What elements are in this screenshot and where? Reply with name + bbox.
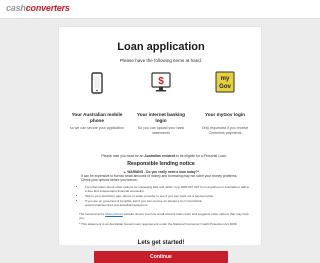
moneysmart-link[interactable]: MoneySmart — [105, 212, 123, 216]
options-list: For information about other options for … — [79, 185, 251, 208]
note-post: to be eligible for a Personal Loan. — [175, 154, 227, 158]
item-description: so we can secure your application — [69, 126, 125, 130]
internet-banking-icon: $ — [151, 72, 171, 92]
top-bar: cashconverters — [0, 0, 320, 19]
list-item: For information about other options for … — [85, 185, 251, 193]
item-title: Your internet banking login — [136, 112, 186, 123]
page-title: Loan application — [117, 41, 205, 53]
note-bold: Australian resident — [144, 154, 176, 158]
logo-prefix: cash — [6, 3, 26, 13]
svg-text:$: $ — [158, 76, 164, 87]
logo-suffix: converters — [25, 3, 70, 13]
item-title: Your myGov login — [204, 112, 246, 117]
loan-application-panel: Loan application Please have the followi… — [58, 26, 262, 263]
svg-text:Gov: Gov — [219, 84, 231, 90]
item-description: So you can upload your bank statements — [137, 126, 185, 135]
cash-converters-logo[interactable]: cashconverters — [6, 3, 70, 13]
note-pre: Please note you must be an — [101, 154, 145, 158]
mygov-icon: my Gov — [215, 71, 235, 93]
footnote: * This statement is an Australian Govern… — [79, 222, 238, 226]
item-title: Your Australian mobile phone — [71, 112, 123, 123]
list-item: If you are on government benefits, ask i… — [85, 199, 251, 207]
mobile-phone-icon — [91, 72, 103, 94]
svg-text:my: my — [221, 76, 230, 82]
government-info: The Government's MoneySmart website show… — [79, 212, 249, 226]
warning-body: It can be expensive to borrow small amou… — [81, 174, 238, 183]
page-subtitle: Please have the following items at hand. — [119, 58, 203, 63]
responsible-lending-heading: Responsible lending notice — [127, 161, 195, 167]
item-description: Only requested if you receive Centrelink… — [201, 126, 249, 135]
required-items: Your Australian mobile phone so we can s… — [65, 67, 257, 147]
list-item: Talk to your electricity, gas, phone or … — [85, 194, 251, 198]
cta-heading: Lets get started! — [137, 240, 185, 246]
residency-note: Please note you must be an Australian re… — [89, 154, 239, 158]
continue-button[interactable]: Continue — [94, 251, 228, 263]
warning-block: ▲ WARNING - Do you really need a loan to… — [81, 170, 241, 183]
